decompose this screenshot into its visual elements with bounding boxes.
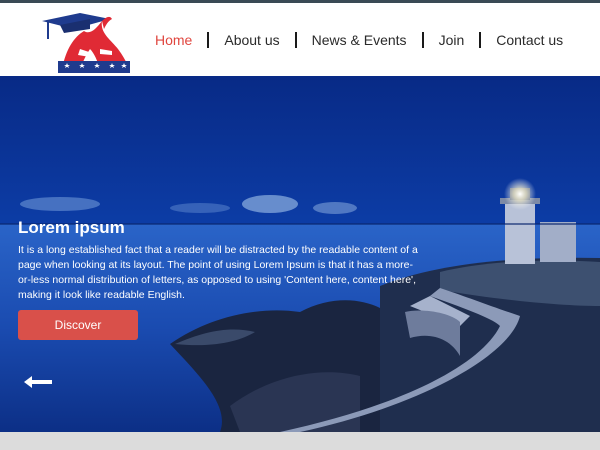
logo-icon[interactable]: [40, 9, 132, 75]
hero-title: Lorem ipsum: [18, 218, 125, 237]
site-header: Home About us News & Events Join Contact…: [0, 3, 600, 76]
discover-button[interactable]: Discover: [18, 310, 138, 340]
nav-join[interactable]: Join: [424, 32, 480, 48]
page-bottom-strip: [0, 432, 600, 450]
arrow-left-icon[interactable]: [24, 374, 54, 390]
hero-banner: Lorem ipsum It is a long established fac…: [0, 76, 600, 432]
nav-home[interactable]: Home: [140, 32, 207, 48]
hero-description: It is a long established fact that a rea…: [18, 244, 418, 301]
nav-about-us[interactable]: About us: [209, 32, 294, 48]
main-nav: Home About us News & Events Join Contact…: [140, 3, 578, 76]
nav-contact-us[interactable]: Contact us: [481, 32, 578, 48]
nav-news-events[interactable]: News & Events: [297, 32, 422, 48]
